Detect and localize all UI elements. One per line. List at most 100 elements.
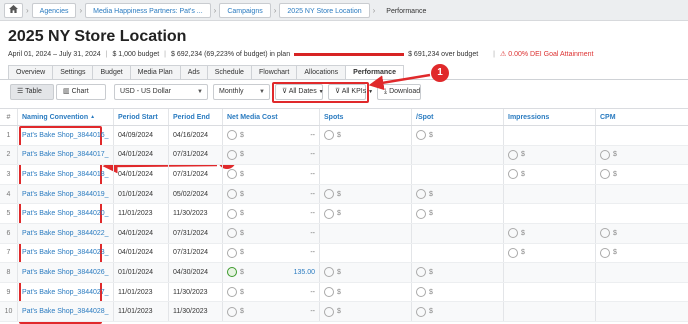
cell-value: -- — [310, 151, 315, 159]
table-row: 3 Pat's Bake Shop_3844018_ 04/01/2024 07/31… — [0, 165, 688, 185]
period-select[interactable]: Monthly ▼ — [213, 84, 270, 100]
page-title: 2025 NY Store Location — [8, 28, 187, 45]
period-start: 11/01/2023 — [114, 204, 169, 223]
col-header-cpm[interactable]: CPM — [596, 109, 688, 125]
cpm-cell: $ — [596, 165, 688, 184]
naming-convention-link[interactable]: Pat's Bake Shop_3844016_ — [18, 126, 114, 145]
annotation-box-filters — [272, 82, 369, 103]
period-end: 11/30/2023 — [169, 302, 223, 321]
col-header-impressions[interactable]: Impressions — [504, 109, 596, 125]
home-icon[interactable] — [4, 2, 23, 18]
naming-convention-link[interactable]: Pat's Bake Shop_3844028_ — [18, 302, 114, 321]
caret-down-icon: ▼ — [197, 89, 203, 95]
currency-symbol: $ — [429, 131, 433, 139]
cpm-cell — [596, 302, 688, 321]
status-face-icon — [227, 228, 237, 239]
currency-symbol: $ — [240, 229, 244, 237]
naming-convention-link[interactable]: Pat's Bake Shop_3844020_ — [18, 204, 114, 223]
currency-symbol: $ — [240, 249, 244, 257]
tab-flowchart[interactable]: Flowchart — [250, 65, 298, 79]
col-header-naming[interactable]: Naming Convention ▲ — [18, 109, 114, 125]
currency-symbol: $ — [240, 288, 244, 296]
net-media-cost-cell: $ -- — [223, 243, 320, 263]
status-face-icon — [227, 267, 237, 278]
naming-convention-link[interactable]: Pat's Bake Shop_3844017_ — [18, 145, 114, 165]
currency-symbol: $ — [240, 268, 244, 276]
over-budget-value: $ 691,234 over budget — [408, 50, 479, 58]
breadcrumb-agency[interactable]: Media Happiness Partners: Pat's ... — [85, 2, 211, 18]
warning-icon: ⚠ — [499, 51, 507, 58]
period-start: 04/01/2024 — [114, 243, 169, 263]
period-start: 04/01/2024 — [114, 145, 169, 165]
tab-allocations[interactable]: Allocations — [296, 65, 347, 79]
cell-value: -- — [310, 288, 315, 296]
breadcrumb-agencies[interactable]: Agencies — [31, 2, 77, 18]
impressions-cell: $ — [504, 223, 596, 243]
dei-goal: 0.00% DEI Goal Attainment — [508, 50, 594, 58]
annotation-badge-1: 1 — [431, 64, 449, 82]
net-media-cost-cell: $135.00 — [223, 263, 320, 282]
period-start: 04/01/2024 — [114, 165, 169, 184]
currency-select[interactable]: USD - US Dollar ▼ — [114, 84, 208, 100]
table-view-button[interactable]: ☰ Table — [10, 84, 54, 100]
tab-media-plan[interactable]: Media Plan — [129, 65, 181, 79]
spots-cell — [320, 165, 412, 184]
status-face-icon — [324, 189, 334, 200]
col-header-cost[interactable]: Net Media Cost — [223, 109, 320, 125]
naming-convention-link[interactable]: Pat's Bake Shop_3844018_ — [18, 165, 114, 184]
cell-value: -- — [310, 190, 315, 198]
breadcrumb-campaigns[interactable]: Campaigns — [219, 2, 271, 18]
chart-view-button[interactable]: ▥ Chart — [56, 84, 106, 100]
period-end: 07/31/2024 — [169, 243, 223, 263]
period-end: 05/02/2024 — [169, 184, 223, 204]
tab-settings[interactable]: Settings — [52, 65, 94, 79]
per-spot-cell — [412, 165, 504, 184]
per-spot-cell: $ — [412, 263, 504, 282]
currency-symbol: $ — [337, 131, 341, 139]
tab-overview[interactable]: Overview — [8, 65, 54, 79]
per-spot-cell — [412, 223, 504, 243]
row-number: 3 — [0, 165, 18, 184]
caret-down-icon: ▼ — [259, 89, 265, 95]
period-end: 07/31/2024 — [169, 165, 223, 184]
impressions-cell — [504, 204, 596, 223]
table-row: 5 Pat's Bake Shop_3844020_ 11/01/2023 11/30… — [0, 204, 688, 224]
tab-ads[interactable]: Ads — [179, 65, 208, 79]
cpm-cell — [596, 126, 688, 145]
status-face-icon — [600, 169, 610, 180]
naming-convention-link[interactable]: Pat's Bake Shop_3844027_ — [18, 282, 114, 302]
currency-symbol: $ — [429, 190, 433, 198]
tab-performance[interactable]: Performance — [345, 65, 404, 80]
cpm-cell — [596, 185, 688, 204]
status-face-icon — [227, 169, 237, 180]
table-body: 1 Pat's Bake Shop_3844016_ 04/09/2024 04/16… — [0, 126, 688, 322]
table-row: 10 Pat's Bake Shop_3844028_ 11/01/2023 11/3… — [0, 302, 688, 322]
row-number: 8 — [0, 263, 18, 282]
period-start: 11/01/2023 — [114, 282, 169, 302]
tab-budget[interactable]: Budget — [92, 65, 131, 79]
tab-schedule[interactable]: Schedule — [206, 65, 252, 79]
naming-convention-link[interactable]: Pat's Bake Shop_3844023_ — [18, 243, 114, 263]
currency-symbol: $ — [240, 170, 244, 178]
period-end: 04/16/2024 — [169, 126, 223, 145]
spots-cell: $ — [320, 126, 412, 145]
col-header-spots[interactable]: Spots — [320, 109, 412, 125]
naming-convention-link[interactable]: Pat's Bake Shop_3844022_ — [18, 223, 114, 243]
col-header-start[interactable]: Period Start — [114, 109, 169, 125]
net-media-cost-cell: $ -- — [223, 126, 320, 145]
download-button[interactable]: ⤓ Download — [377, 84, 421, 100]
per-spot-cell — [412, 145, 504, 165]
net-media-cost-cell: $ -- — [223, 223, 320, 243]
naming-convention-link[interactable]: Pat's Bake Shop_3844026_ — [18, 263, 114, 282]
breadcrumb-campaign[interactable]: 2025 NY Store Location — [279, 2, 370, 18]
col-header-per-spot[interactable]: /Spot — [412, 109, 504, 125]
spots-cell: $ — [320, 263, 412, 282]
in-plan-value: $ 692,234 (69,223% of budget) in plan — [171, 50, 291, 58]
per-spot-cell: $ — [412, 204, 504, 223]
download-icon: ⤓ — [384, 88, 388, 95]
col-header-end[interactable]: Period End — [169, 109, 223, 125]
currency-symbol: $ — [337, 308, 341, 316]
status-face-icon — [508, 169, 518, 180]
impressions-cell — [504, 126, 596, 145]
naming-convention-link[interactable]: Pat's Bake Shop_3844019_ — [18, 184, 114, 204]
